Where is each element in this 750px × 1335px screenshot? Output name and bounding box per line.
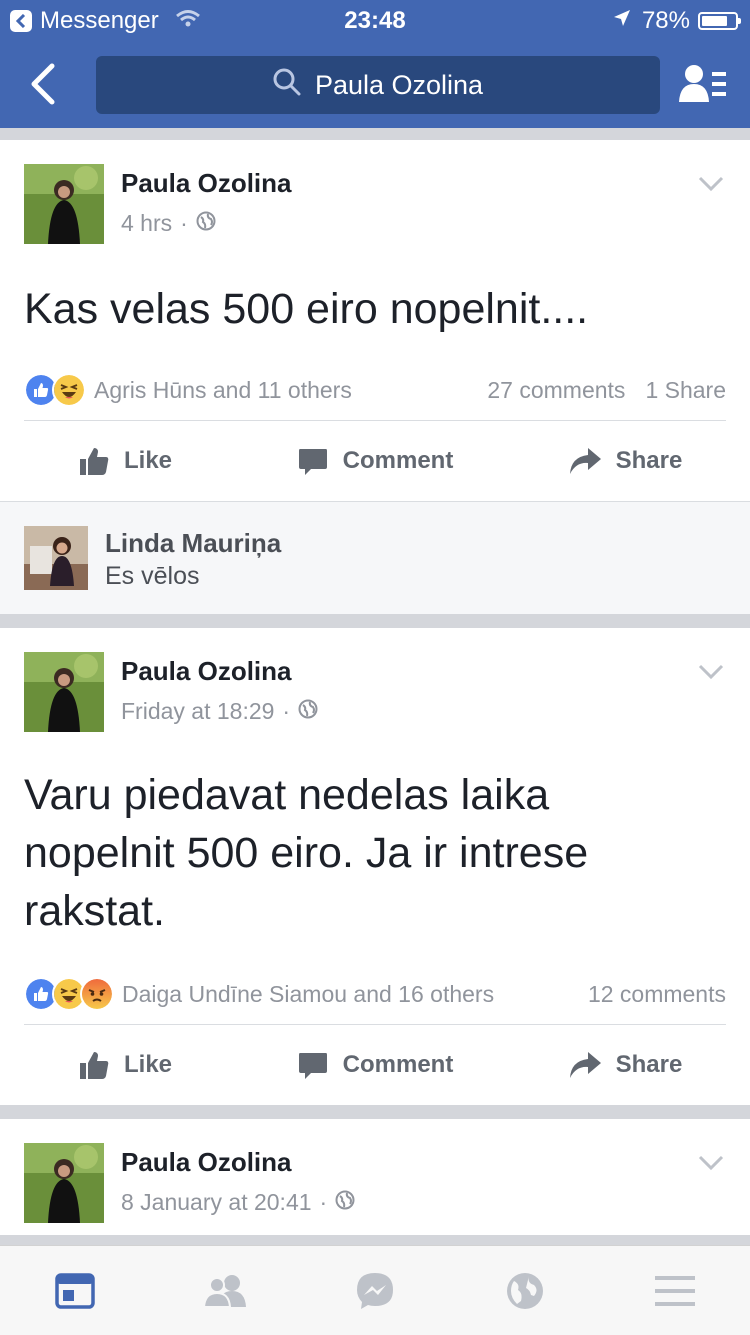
post-author[interactable]: Paula Ozolina [121,168,292,199]
post-actions: Like Comment Share [0,1025,750,1105]
avatar[interactable] [24,164,104,244]
comment-icon [298,449,327,475]
post-separator [0,614,750,628]
post-author[interactable]: Paula Ozolina [121,1147,292,1178]
battery-percent: 78% [641,7,690,34]
comments-count[interactable]: 27 comments [487,377,625,404]
avatar[interactable] [24,652,104,732]
comment-button[interactable]: Comment [250,1049,500,1081]
share-label: Share [615,447,683,474]
meta-dot: · [282,698,291,724]
hamburger-menu-icon [655,1275,695,1306]
post-menu-chevron-icon[interactable] [698,1155,724,1176]
reactions-text: Daiga Undīne Siamou and 16 others [122,980,495,1007]
post-time[interactable]: 4 hrs [121,210,172,237]
header-bar: Paula Ozolina [0,40,750,128]
angry-reaction-icon [80,977,114,1011]
post-menu-chevron-icon[interactable] [698,664,724,685]
post-text: Kas velas 500 eiro nopelnit.... [24,285,589,333]
share-button[interactable]: Share [500,1050,750,1080]
comment-preview[interactable]: Linda Mauriņa Es vēlos [0,501,750,614]
avatar[interactable] [24,526,88,590]
tab-notifications[interactable] [450,1271,600,1311]
globe-icon [196,210,216,237]
back-arrow-icon [31,63,55,105]
tab-messenger[interactable] [300,1271,450,1311]
post-author[interactable]: Paula Ozolina [121,656,292,687]
post: Paula Ozolina 8 January at 20:41 · [0,1119,750,1235]
post-menu-chevron-icon[interactable] [698,176,724,197]
shares-count[interactable]: 1 Share [645,377,726,404]
tab-news-feed[interactable] [0,1272,150,1309]
news-feed-icon [55,1272,95,1309]
share-arrow-icon [569,448,601,474]
globe-icon [298,698,318,725]
bottom-tab-bar [0,1245,750,1335]
comment-author[interactable]: Linda Mauriņa [105,528,281,559]
comment-button[interactable]: Comment [250,445,500,477]
tab-menu[interactable] [600,1274,750,1308]
post: Paula Ozolina Friday at 18:29 · Varu pie… [0,628,750,1105]
post: Paula Ozolina 4 hrs · Kas velas 500 eiro… [0,140,750,614]
globe-notifications-icon [507,1272,543,1309]
battery-icon [698,12,741,30]
comment-label: Comment [342,447,454,474]
post-time[interactable]: Friday at 18:29 [121,698,274,725]
friends-button[interactable] [678,62,728,106]
search-text: Paula Ozolina [314,69,484,100]
meta-dot: · [319,1189,328,1215]
post-actions: Like Comment Share [0,421,750,501]
meta-dot: · [180,210,188,236]
share-button[interactable]: Share [500,446,750,476]
friends-icon [202,1274,246,1308]
post-text: Varu piedavat nedelas laika nopelnit 500… [24,771,589,935]
post-separator [0,1105,750,1119]
comment-icon [298,1053,327,1079]
like-button[interactable]: Like [0,445,250,477]
reactions-text: Agris Hūns and 11 others [94,376,352,403]
globe-icon [335,1189,355,1216]
thumbs-up-icon [79,1052,109,1079]
back-button[interactable] [24,62,64,106]
thumbs-up-icon [79,448,109,475]
like-button[interactable]: Like [0,1049,250,1081]
messenger-icon [357,1272,393,1309]
haha-reaction-icon [52,373,86,407]
comment-label: Comment [342,1051,454,1078]
post-time[interactable]: 8 January at 20:41 [121,1189,312,1216]
search-input[interactable]: Paula Ozolina [96,56,660,114]
comment-text: Es vēlos [105,562,200,590]
news-feed: Paula Ozolina 4 hrs · Kas velas 500 eiro… [0,140,750,1235]
like-label: Like [123,1051,173,1078]
share-label: Share [615,1051,683,1078]
location-icon [612,7,632,35]
avatar[interactable] [24,1143,104,1223]
like-label: Like [123,447,173,474]
reactions-summary[interactable]: Daiga Undīne Siamou and 16 others 12 com… [24,964,726,1025]
share-arrow-icon [569,1052,601,1078]
reactions-summary[interactable]: Agris Hūns and 11 others 27 comments 1 S… [24,360,726,421]
friend-requests-icon [679,65,726,102]
status-bar: Messenger 23:48 78% [0,0,750,40]
search-icon [273,68,301,103]
comments-count[interactable]: 12 comments [588,981,726,1008]
tab-friends[interactable] [150,1273,300,1309]
